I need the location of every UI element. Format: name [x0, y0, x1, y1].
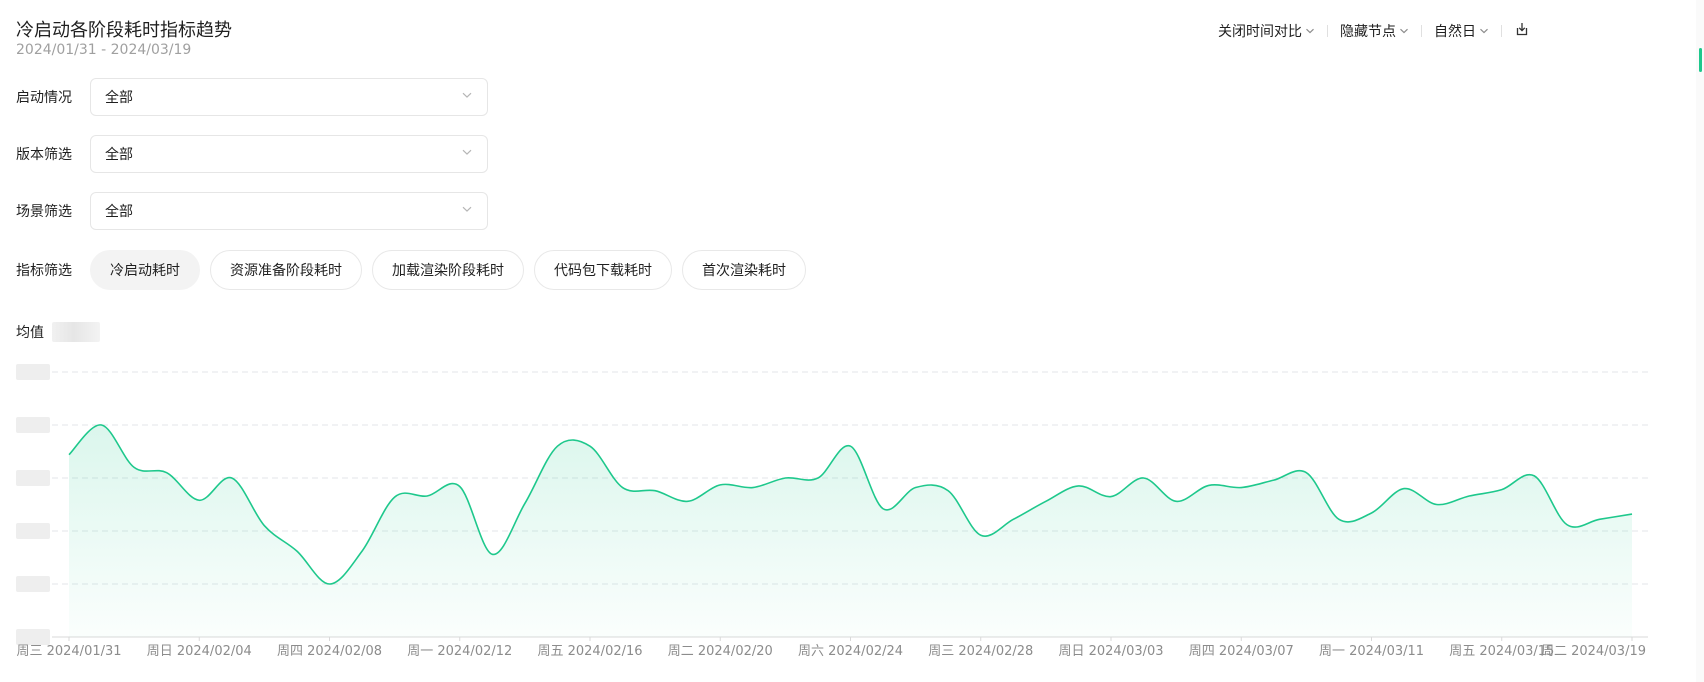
data-point[interactable]	[1498, 486, 1506, 494]
data-point[interactable]	[98, 421, 106, 429]
y-tick-label-redacted	[16, 629, 50, 645]
x-tick-label: 周二 2024/03/19	[1541, 644, 1646, 659]
data-point[interactable]	[814, 474, 822, 482]
data-point[interactable]	[521, 499, 529, 507]
data-point[interactable]	[1335, 515, 1343, 523]
data-point[interactable]	[716, 481, 724, 489]
x-tick-label: 周四 2024/02/08	[277, 644, 382, 659]
series-area-group	[65, 421, 1636, 637]
data-point[interactable]	[488, 550, 496, 558]
data-point[interactable]	[879, 505, 887, 513]
data-point[interactable]	[195, 496, 203, 504]
data-point[interactable]	[1205, 481, 1213, 489]
data-point[interactable]	[423, 492, 431, 500]
data-point[interactable]	[1074, 482, 1082, 490]
x-tick-label: 周四 2024/03/07	[1189, 644, 1294, 659]
data-point[interactable]	[1400, 485, 1408, 493]
data-point[interactable]	[228, 474, 236, 482]
x-tick-label: 周六 2024/02/24	[798, 644, 903, 659]
data-point[interactable]	[65, 451, 73, 459]
data-point[interactable]	[1595, 515, 1603, 523]
x-axis: 周三 2024/01/31 周日 2024/02/04 周四 2024/02/08 周…	[16, 637, 1646, 659]
x-tick-label: 周三 2024/01/31	[16, 644, 121, 659]
data-point[interactable]	[553, 442, 561, 450]
data-point[interactable]	[1172, 497, 1180, 505]
data-point[interactable]	[1563, 521, 1571, 529]
data-point[interactable]	[1042, 497, 1050, 505]
data-point[interactable]	[912, 484, 920, 492]
x-tick-label: 周一 2024/03/11	[1319, 644, 1424, 659]
data-point[interactable]	[260, 522, 268, 530]
data-point[interactable]	[326, 580, 334, 588]
data-point[interactable]	[944, 487, 952, 495]
data-point[interactable]	[1530, 472, 1538, 480]
x-tick-label: 周五 2024/02/16	[537, 644, 642, 659]
data-point[interactable]	[1465, 492, 1473, 500]
data-point[interactable]	[684, 497, 692, 505]
data-point[interactable]	[1368, 509, 1376, 517]
data-point[interactable]	[586, 442, 594, 450]
data-point[interactable]	[456, 482, 464, 490]
y-tick-label-redacted	[16, 523, 50, 539]
data-point[interactable]	[1237, 484, 1245, 492]
y-axis-labels-redacted	[16, 364, 50, 645]
y-tick-label-redacted	[16, 364, 50, 380]
data-point[interactable]	[293, 547, 301, 555]
data-point[interactable]	[130, 463, 138, 471]
y-tick-label-redacted	[16, 417, 50, 433]
data-point[interactable]	[1628, 510, 1636, 518]
data-point[interactable]	[847, 442, 855, 450]
trend-chart: 周三 2024/01/31 周日 2024/02/04 周四 2024/02/08 周…	[16, 364, 1648, 659]
data-point[interactable]	[749, 484, 757, 492]
data-point[interactable]	[358, 547, 366, 555]
x-tick-label: 周三 2024/02/28	[928, 644, 1033, 659]
data-point[interactable]	[1107, 493, 1115, 501]
data-point[interactable]	[619, 484, 627, 492]
data-point[interactable]	[1009, 515, 1017, 523]
data-point[interactable]	[1270, 476, 1278, 484]
x-tick-label: 周日 2024/03/03	[1058, 644, 1163, 659]
data-point[interactable]	[651, 487, 659, 495]
data-point[interactable]	[1140, 474, 1148, 482]
data-point[interactable]	[163, 469, 171, 477]
data-point[interactable]	[391, 493, 399, 501]
x-tick-label: 周日 2024/02/04	[147, 644, 252, 659]
data-point[interactable]	[781, 474, 789, 482]
y-tick-label-redacted	[16, 576, 50, 592]
x-tick-label: 周五 2024/03/15	[1449, 644, 1554, 659]
x-tick-label: 周二 2024/02/20	[668, 644, 773, 659]
data-point[interactable]	[977, 531, 985, 539]
x-tick-label: 周一 2024/02/12	[407, 644, 512, 659]
y-tick-label-redacted	[16, 470, 50, 486]
data-point[interactable]	[1433, 501, 1441, 509]
data-point[interactable]	[1302, 469, 1310, 477]
